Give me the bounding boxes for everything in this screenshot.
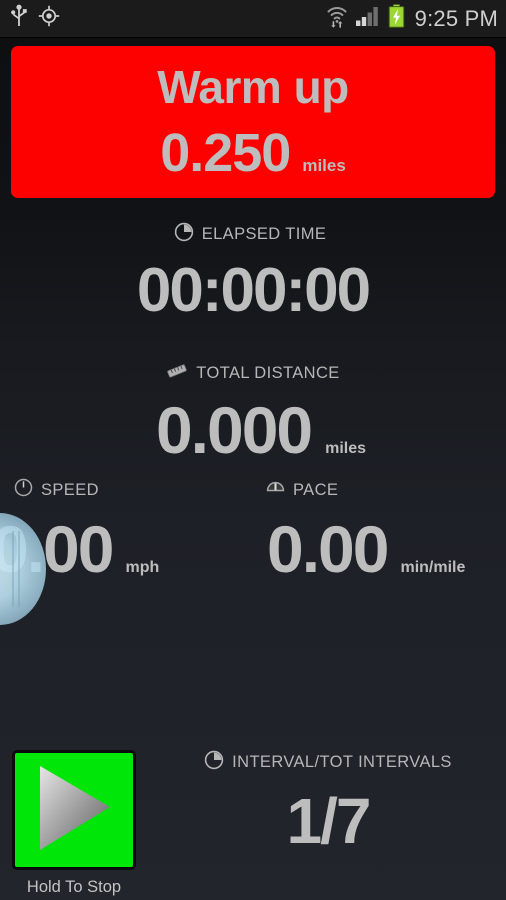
- interval-value: 1/7: [286, 785, 372, 857]
- clock-icon: [204, 750, 224, 775]
- status-bar-right-icons: 9:25 PM: [326, 4, 498, 33]
- wifi-icon: [326, 4, 348, 33]
- start-stop-caption: Hold To Stop: [26, 878, 122, 896]
- pace-block: PACE 0.00 min/mile: [253, 478, 506, 582]
- speed-unit: mph: [125, 559, 160, 576]
- status-bar-clock: 9:25 PM: [414, 5, 498, 31]
- status-bar-left-icons: [10, 4, 60, 33]
- interval-block: INTERVAL/TOT INTERVALS 1/7: [150, 750, 506, 853]
- elapsed-time-label: ELAPSED TIME: [201, 225, 327, 243]
- pace-unit: min/mile: [400, 559, 466, 576]
- pace-label: PACE: [293, 480, 339, 499]
- pace-label-row: PACE: [266, 478, 506, 502]
- total-distance-label: TOTAL DISTANCE: [196, 364, 340, 382]
- interval-label: INTERVAL/TOT INTERVALS: [232, 753, 452, 771]
- interval-label-row: INTERVAL/TOT INTERVALS: [204, 750, 452, 775]
- elapsed-time-value: 00:00:00: [136, 256, 371, 325]
- phase-title: Warm up: [157, 61, 349, 113]
- signal-bars-icon: [355, 5, 381, 32]
- elapsed-time-block: ELAPSED TIME 00:00:00: [0, 222, 506, 322]
- status-bar: 9:25 PM: [0, 0, 506, 38]
- ruler-icon: [166, 362, 188, 385]
- elapsed-time-label-row: ELAPSED TIME: [174, 222, 327, 247]
- total-distance-block: TOTAL DISTANCE 0.000 miles: [0, 362, 506, 463]
- total-distance-label-row: TOTAL DISTANCE: [166, 362, 339, 385]
- total-distance-unit: miles: [325, 440, 367, 457]
- phase-target: 0.250 miles: [160, 126, 346, 180]
- usb-icon: [10, 4, 28, 33]
- total-distance-value: 0.000: [155, 393, 313, 467]
- phase-target-unit: miles: [302, 156, 346, 175]
- clock-icon: [174, 222, 194, 247]
- pace-value: 0.00: [267, 512, 389, 586]
- speed-pace-row: SPEED 0.00 mph PACE 0.00 min/mile: [0, 478, 506, 582]
- play-triangle-icon: [32, 762, 116, 859]
- pace-value-row: 0.00 min/mile: [267, 516, 506, 582]
- battery-charging-icon: [388, 4, 405, 33]
- start-stop-button[interactable]: [12, 750, 136, 870]
- pace-gauge-icon: [266, 478, 285, 502]
- total-distance-value-row: 0.000 miles: [156, 397, 366, 463]
- phase-target-value: 0.250: [160, 123, 291, 183]
- speed-label-row: SPEED: [14, 478, 253, 502]
- workout-phase-banner[interactable]: Warm up 0.250 miles: [11, 46, 495, 198]
- gps-location-icon: [38, 5, 60, 32]
- app-screen: 9:25 PM Warm up 0.250 miles ELAPSED TIME…: [0, 0, 506, 900]
- gauge-icon: [14, 478, 33, 502]
- speed-label: SPEED: [41, 480, 99, 499]
